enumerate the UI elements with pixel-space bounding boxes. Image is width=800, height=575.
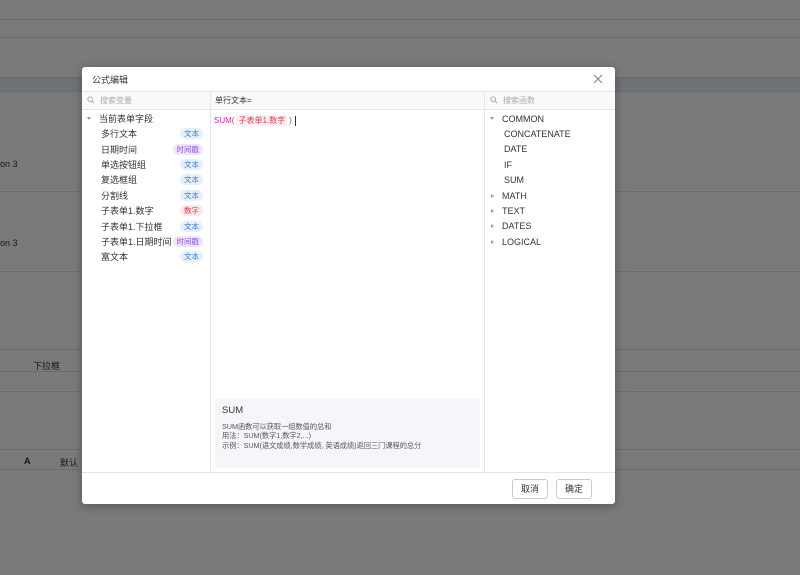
field-name: 子表单1.日期时间 <box>101 236 172 247</box>
formula-editor-dialog: 公式编辑 当前表单字段 多行文本文本日期时间时间戳单选按钮组文本复选框组文本分割… <box>82 67 615 504</box>
field-name: 子表单1.数字 <box>101 206 154 217</box>
field-list: 多行文本 文本 日期时间 时间戳 单选按钮组 文本 复选框组 文本 分割线 文本 子表单1.数字 数字… <box>82 126 210 265</box>
confirm-button[interactable]: 确定 <box>555 478 592 499</box>
search-icon <box>490 95 498 106</box>
field-name: 分割线 <box>101 190 129 201</box>
caret-down-icon <box>87 117 91 120</box>
cancel-button[interactable]: 取消 <box>511 478 548 499</box>
function-group-label: TEXT <box>502 206 526 217</box>
field-name: 富文本 <box>101 252 129 263</box>
caret-right-icon <box>491 209 494 214</box>
dialog-footer: 取消 确定 <box>82 472 615 504</box>
field-item[interactable]: 复选框组 文本 <box>82 172 210 187</box>
dialog-body: 当前表单字段 多行文本文本日期时间时间戳单选按钮组文本复选框组文本分割线文本子表… <box>82 92 615 472</box>
field-name: 复选框组 <box>101 175 138 186</box>
help-example: 示例：SUM(语文成绩,数学成绩, 英语成绩)返回三门课程的总分 <box>222 440 422 450</box>
field-type-badge: 文本 <box>180 251 203 263</box>
field-name: 日期时间 <box>101 144 138 155</box>
formula-close-paren: ) <box>289 116 292 125</box>
function-group-list: MATH TEXT DATES LOGICAL <box>485 188 615 250</box>
text-cursor <box>294 115 296 126</box>
field-item[interactable]: 子表单1.日期时间 时间戳 <box>82 234 210 249</box>
field-type-badge: 文本 <box>180 128 203 140</box>
field-name: 子表单1.下拉框 <box>101 221 163 232</box>
common-function-list: CONCATENATE DATE IF SUM <box>485 126 615 188</box>
function-item[interactable]: DATE <box>485 142 615 157</box>
function-search-input[interactable] <box>503 96 593 105</box>
target-field-label: 单行文本= <box>211 92 484 110</box>
function-search-bar <box>485 92 615 110</box>
field-item[interactable]: 子表单1.下拉框 文本 <box>82 218 210 233</box>
field-item[interactable]: 多行文本 文本 <box>82 126 210 141</box>
function-item[interactable]: IF <box>485 157 615 172</box>
function-group[interactable]: MATH <box>485 188 615 203</box>
function-item[interactable]: SUM <box>485 173 615 188</box>
variables-panel: 当前表单字段 多行文本文本日期时间时间戳单选按钮组文本复选框组文本分割线文本子表… <box>82 92 211 472</box>
field-type-badge: 文本 <box>180 189 203 201</box>
tree-node-label: 当前表单字段 <box>99 114 154 124</box>
function-group-label: MATH <box>502 190 527 201</box>
field-item[interactable]: 日期时间 时间戳 <box>82 141 210 156</box>
field-item[interactable]: 分割线 文本 <box>82 188 210 203</box>
field-type-badge: 文本 <box>180 174 203 186</box>
formula-editor-panel: 单行文本= SUM( 子表单1.数字 ) SUM SUM函数可以获取一组数值的总… <box>211 92 485 472</box>
field-type-badge: 时间戳 <box>172 143 203 155</box>
field-item[interactable]: 子表单1.数字 数字 <box>82 203 210 218</box>
field-name: 多行文本 <box>101 129 138 140</box>
formula-input[interactable]: SUM( 子表单1.数字 ) <box>211 110 484 131</box>
function-group-label: LOGICAL <box>502 236 542 247</box>
function-group-common[interactable]: COMMON <box>485 111 615 126</box>
formula-function: SUM( <box>214 116 235 125</box>
help-title: SUM <box>222 405 244 416</box>
field-type-badge: 时间戳 <box>172 235 203 247</box>
formula-variable-token[interactable]: 子表单1.数字 <box>236 115 288 126</box>
function-group[interactable]: DATES <box>485 219 615 234</box>
field-name: 单选按钮组 <box>101 159 147 170</box>
caret-down-icon <box>490 117 494 121</box>
dialog-header: 公式编辑 <box>82 67 615 92</box>
variable-search-input[interactable] <box>100 96 190 105</box>
function-group-label: COMMON <box>502 113 544 124</box>
tree-node-current-form[interactable]: 当前表单字段 <box>82 111 210 126</box>
function-group[interactable]: LOGICAL <box>485 234 615 249</box>
function-group[interactable]: TEXT <box>485 203 615 218</box>
dialog-title: 公式编辑 <box>92 74 129 85</box>
field-type-badge: 文本 <box>180 220 203 232</box>
caret-right-icon <box>491 224 494 229</box>
search-icon <box>87 95 95 106</box>
caret-right-icon <box>491 193 494 198</box>
function-item[interactable]: CONCATENATE <box>485 126 615 141</box>
caret-right-icon <box>491 239 494 244</box>
field-type-badge: 数字 <box>180 205 203 217</box>
variable-search-bar <box>82 92 210 110</box>
close-icon[interactable] <box>591 72 605 86</box>
field-item[interactable]: 富文本 文本 <box>82 249 210 264</box>
help-usage: 用法：SUM(数字1,数字2,...) <box>222 431 312 441</box>
field-item[interactable]: 单选按钮组 文本 <box>82 157 210 172</box>
function-group-label: DATES <box>502 221 532 232</box>
function-help-box: SUM SUM函数可以获取一组数值的总和 用法：SUM(数字1,数字2,...)… <box>215 399 480 468</box>
functions-panel: COMMON CONCATENATEDATEIFSUM MATH TEXT DATE… <box>485 92 615 472</box>
help-description: SUM函数可以获取一组数值的总和 <box>222 422 332 431</box>
field-type-badge: 文本 <box>180 158 203 170</box>
